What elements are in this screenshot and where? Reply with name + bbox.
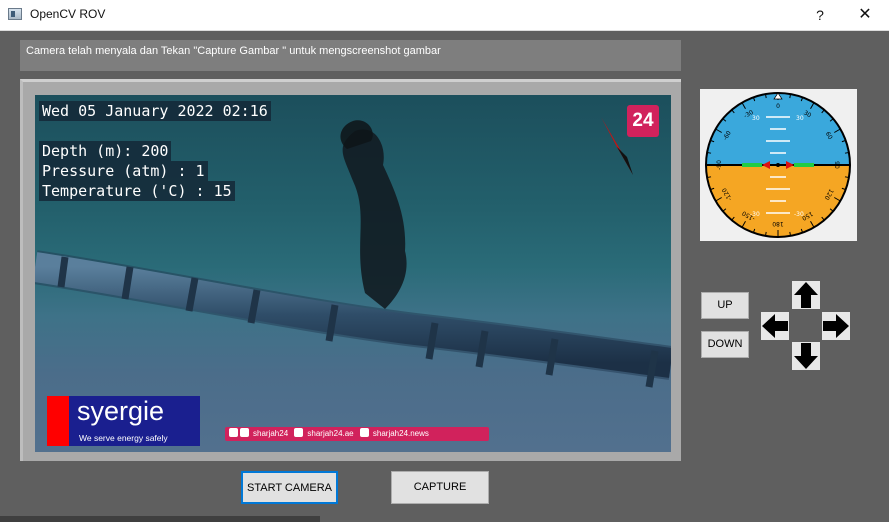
instagram-icon: [229, 428, 238, 437]
brand-name: syergie: [77, 396, 165, 426]
arrow-left-icon[interactable]: [761, 312, 789, 340]
down-button[interactable]: DOWN: [701, 331, 749, 358]
up-button[interactable]: UP: [701, 292, 749, 319]
status-message: Camera telah menyala dan Tekan "Capture …: [20, 40, 681, 71]
channel-logo: 24: [627, 105, 659, 137]
brand-logo: syergie We serve energy safely: [47, 396, 200, 446]
social-banner: sharjah24 sharjah24.ae sharjah24.news: [225, 427, 489, 441]
video-frame: Wed 05 January 2022 02:16 Depth (m): 200…: [20, 79, 681, 461]
temperature-readout: Temperature ('C) : 15: [39, 181, 235, 201]
roll-tick: [789, 94, 791, 99]
title-bar: OpenCV ROV ? ✕: [0, 0, 889, 31]
brand-red-bar: [47, 396, 69, 446]
bottom-edge: [0, 516, 320, 522]
roll-tick: [789, 231, 791, 236]
app-icon: [8, 8, 22, 20]
camera-feed: Wed 05 January 2022 02:16 Depth (m): 200…: [35, 95, 671, 452]
attitude-indicator-graphic: 30 30 -30 -30 030-3060-6090-90120-120150…: [705, 92, 851, 238]
help-button[interactable]: ?: [798, 0, 842, 30]
roll-label: 0: [776, 103, 780, 110]
social-facebook-handle: sharjah24.ae: [307, 429, 354, 438]
datetime-overlay: Wed 05 January 2022 02:16: [39, 101, 271, 121]
youtube-icon: [359, 428, 369, 437]
depth-readout: Depth (m): 200: [39, 141, 172, 161]
roll-tick: [765, 94, 767, 99]
roll-tick: [707, 152, 712, 154]
window-title: OpenCV ROV: [30, 7, 106, 21]
pitch-label: 30: [752, 115, 760, 122]
social-twitter-handle: sharjah24: [253, 429, 289, 438]
attitude-indicator: 30 30 -30 -30 0 30 -30 60 -60 90 -90 120 -120 150…: [700, 89, 857, 241]
roll-label: 90: [833, 161, 840, 169]
pressure-readout: Pressure (atm) : 1: [39, 161, 208, 181]
roll-label: -90: [716, 160, 723, 170]
social-youtube-handle: sharjah24.news: [372, 429, 429, 438]
brand-tagline: We serve energy safely: [79, 433, 168, 443]
close-button[interactable]: ✕: [843, 0, 887, 30]
twitter-icon: [240, 428, 249, 437]
roll-tick: [765, 231, 767, 236]
pitch-label: 30: [796, 115, 804, 122]
roll-tick: [844, 152, 849, 154]
start-camera-button[interactable]: START CAMERA: [241, 471, 338, 504]
capture-button[interactable]: CAPTURE: [391, 471, 489, 504]
roll-label: 180: [772, 220, 784, 227]
arrow-right-icon[interactable]: [822, 312, 850, 340]
arrow-up-icon[interactable]: [792, 281, 820, 309]
arrow-down-icon[interactable]: [792, 342, 820, 370]
roll-tick: [707, 176, 712, 178]
roll-tick: [844, 176, 849, 178]
facebook-icon: [294, 428, 304, 437]
